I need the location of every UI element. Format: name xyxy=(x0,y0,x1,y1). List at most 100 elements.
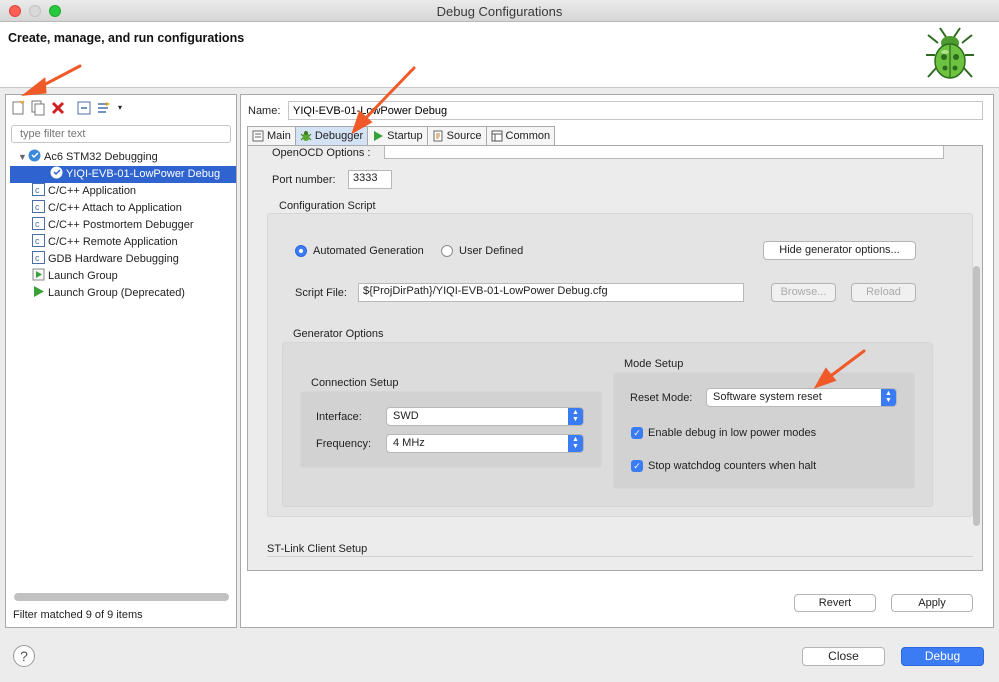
title-bar: Debug Configurations xyxy=(0,0,999,22)
stm32-icon xyxy=(28,149,41,162)
c-app-icon: c xyxy=(32,234,45,247)
config-editor-panel: Name: Main Debugger Startup Source Commo… xyxy=(240,94,994,628)
filter-configs-icon[interactable] xyxy=(96,100,112,116)
delete-config-icon[interactable] xyxy=(50,100,66,116)
interface-label: Interface: xyxy=(316,411,362,423)
generator-options-label: Generator Options xyxy=(293,328,384,340)
reset-mode-value: Software system reset xyxy=(713,391,822,403)
chevron-down-icon[interactable]: ▾ xyxy=(116,100,124,116)
close-button[interactable]: Close xyxy=(802,647,885,666)
stlink-divider xyxy=(267,556,973,557)
script-file-field[interactable]: ${ProjDirPath}/YIQI-EVB-01-LowPower Debu… xyxy=(358,283,744,302)
tab-label: Common xyxy=(505,130,551,142)
tree-item-label: C/C++ Remote Application xyxy=(48,236,178,248)
tree-item-c-cpp-remote[interactable]: c C/C++ Remote Application xyxy=(6,234,236,251)
revert-button[interactable]: Revert xyxy=(794,594,876,612)
svg-text:c: c xyxy=(35,202,40,212)
automated-generation-radio[interactable] xyxy=(295,245,307,257)
tree-item-launch-group-deprecated[interactable]: Launch Group (Deprecated) xyxy=(6,285,236,302)
svg-text:c: c xyxy=(35,219,40,229)
svg-text:c: c xyxy=(35,236,40,246)
select-stepper-icon: ▲ ▼ xyxy=(568,435,583,452)
interface-value: SWD xyxy=(393,410,419,422)
tree-item-launch-group[interactable]: Launch Group xyxy=(6,268,236,285)
openocd-options-field[interactable] xyxy=(384,146,944,159)
tree-item-ac6-stm32-debugging[interactable]: ▼ Ac6 STM32 Debugging xyxy=(6,149,236,166)
port-number-field[interactable]: 3333 xyxy=(348,170,392,189)
browse-button[interactable]: Browse... xyxy=(771,283,836,302)
name-input[interactable] xyxy=(288,101,983,120)
startup-icon xyxy=(374,131,384,141)
tree-item-label: Launch Group xyxy=(48,270,118,282)
user-defined-label: User Defined xyxy=(459,245,524,257)
tab-label: Debugger xyxy=(314,130,364,142)
select-stepper-icon: ▲ ▼ xyxy=(881,389,896,406)
interface-select[interactable]: SWD ▲ ▼ xyxy=(386,407,584,426)
help-icon[interactable]: ? xyxy=(13,645,35,667)
tree-item-c-cpp-application[interactable]: c C/C++ Application xyxy=(6,183,236,200)
expand-toggle-icon[interactable]: ▼ xyxy=(18,149,28,166)
frequency-value: 4 MHz xyxy=(393,437,425,449)
script-file-label: Script File: xyxy=(295,287,347,299)
low-power-checkbox[interactable]: ✓ xyxy=(631,427,643,439)
tab-source[interactable]: Source xyxy=(426,126,487,145)
c-app-icon: c xyxy=(32,217,45,230)
tree-item-c-cpp-attach[interactable]: c C/C++ Attach to Application xyxy=(6,200,236,217)
connection-setup-group xyxy=(300,391,602,468)
reset-mode-label: Reset Mode: xyxy=(630,392,693,404)
openocd-options-label: OpenOCD Options : xyxy=(272,147,371,159)
main-tab-icon xyxy=(252,130,264,142)
user-defined-radio[interactable] xyxy=(441,245,453,257)
tab-main[interactable]: Main xyxy=(247,126,296,145)
name-label: Name: xyxy=(248,105,281,117)
config-script-label: Configuration Script xyxy=(279,200,376,212)
window-title: Debug Configurations xyxy=(436,4,563,19)
connection-setup-label: Connection Setup xyxy=(311,377,399,389)
tree-item-label: C/C++ Application xyxy=(48,185,137,197)
new-config-icon[interactable] xyxy=(10,100,26,116)
filter-status: Filter matched 9 of 9 items xyxy=(13,609,143,621)
tree-horizontal-scrollbar[interactable] xyxy=(14,593,229,601)
collapse-all-icon[interactable] xyxy=(76,100,92,116)
port-number-label: Port number: xyxy=(272,174,336,186)
filter-input[interactable] xyxy=(11,125,231,143)
select-stepper-icon: ▲ ▼ xyxy=(568,408,583,425)
apply-button[interactable]: Apply xyxy=(891,594,973,612)
header-title: Create, manage, and run configurations xyxy=(8,31,245,45)
reset-mode-select[interactable]: Software system reset ▲ ▼ xyxy=(706,388,897,407)
debug-button[interactable]: Debug xyxy=(901,647,984,666)
duplicate-config-icon[interactable] xyxy=(30,100,46,116)
launch-arrow-icon xyxy=(34,286,44,297)
mode-setup-label: Mode Setup xyxy=(624,358,684,370)
tree-item-label: C/C++ Attach to Application xyxy=(48,202,182,214)
svg-text:c: c xyxy=(35,253,40,263)
bug-icon xyxy=(300,131,312,141)
frequency-label: Frequency: xyxy=(316,438,372,450)
config-tree: ▼ Ac6 STM32 Debugging YIQI-EVB-01-LowPowe… xyxy=(6,149,236,302)
hide-generator-options-button[interactable]: Hide generator options... xyxy=(763,241,916,260)
tab-label: Startup xyxy=(387,130,423,142)
tree-item-label: YIQI-EVB-01-LowPower Debug xyxy=(66,168,221,180)
frequency-select[interactable]: 4 MHz ▲ ▼ xyxy=(386,434,584,453)
watchdog-checkbox[interactable]: ✓ xyxy=(631,460,643,472)
tab-debugger[interactable]: Debugger xyxy=(294,126,369,145)
reload-button[interactable]: Reload xyxy=(851,283,916,302)
config-tree-panel: ▾ ▼ Ac6 STM32 Debugging YIQI-EVB-01-LowPo… xyxy=(5,94,237,628)
tab-common[interactable]: Common xyxy=(485,126,556,145)
tree-item-gdb-hardware[interactable]: c GDB Hardware Debugging xyxy=(6,251,236,268)
stm32-icon xyxy=(50,166,63,179)
tab-label: Source xyxy=(446,130,482,142)
low-power-label: Enable debug in low power modes xyxy=(648,427,817,439)
automated-generation-label: Automated Generation xyxy=(313,245,424,257)
tab-label: Main xyxy=(267,130,291,142)
debugger-tab-content: OpenOCD Options : Port number: 3333 Conf… xyxy=(247,145,983,571)
tree-item-label: Launch Group (Deprecated) xyxy=(48,287,185,299)
tree-item-c-cpp-postmortem[interactable]: c C/C++ Postmortem Debugger xyxy=(6,217,236,234)
tab-startup[interactable]: Startup xyxy=(367,126,428,145)
tree-item-label: Ac6 STM32 Debugging xyxy=(44,151,158,163)
common-icon xyxy=(491,130,502,142)
content-vertical-scrollbar[interactable] xyxy=(973,266,980,526)
source-icon xyxy=(433,130,443,142)
tree-item-yiqi-evb-01-lowpower-debug[interactable]: YIQI-EVB-01-LowPower Debug xyxy=(10,166,236,183)
tree-toolbar: ▾ xyxy=(10,99,124,117)
